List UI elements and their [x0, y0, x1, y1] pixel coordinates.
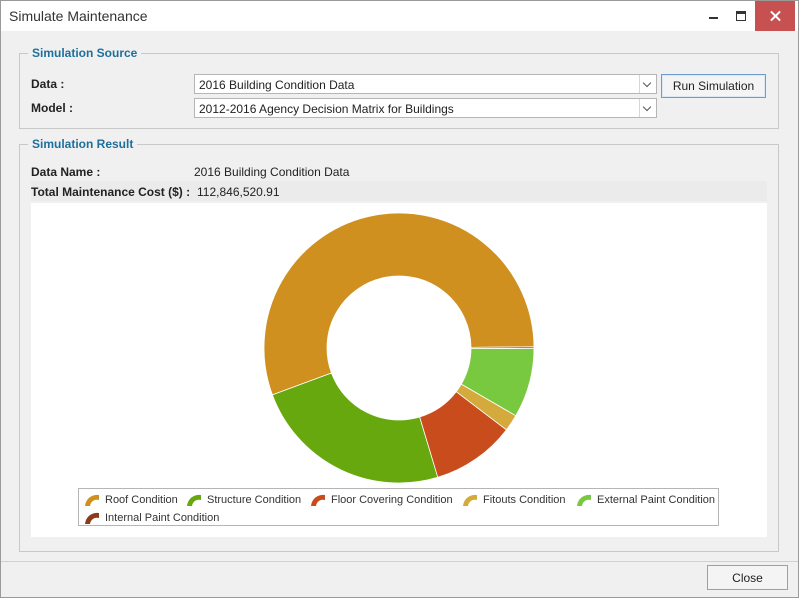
data-name-label: Data Name :: [31, 165, 101, 179]
legend-label: Internal Paint Condition: [105, 512, 220, 524]
footer-divider: [1, 561, 798, 562]
legend-label: Roof Condition: [105, 494, 178, 506]
chevron-down-icon[interactable]: [639, 75, 656, 93]
legend-swatch-icon: [187, 494, 201, 506]
model-select-value: 2012-2016 Agency Decision Matrix for Bui…: [199, 102, 454, 116]
window-close-icon[interactable]: [755, 1, 795, 31]
legend-swatch-icon: [85, 512, 99, 524]
simulate-maintenance-window: Simulate Maintenance Simulation Source D…: [0, 0, 799, 598]
maximize-icon[interactable]: [727, 1, 755, 31]
chevron-down-icon[interactable]: [639, 99, 656, 117]
data-select[interactable]: 2016 Building Condition Data: [194, 74, 657, 94]
data-label: Data :: [31, 77, 65, 91]
chart-legend: Roof Condition Structure Condition Floor C…: [78, 488, 719, 526]
legend-label: Fitouts Condition: [483, 494, 566, 506]
data-name-value: 2016 Building Condition Data: [194, 165, 350, 179]
total-cost-value: 112,846,520.91: [197, 185, 280, 199]
simulation-source-title: Simulation Source: [28, 46, 142, 60]
minimize-icon[interactable]: [699, 1, 727, 31]
chart-panel: [31, 203, 767, 537]
model-select[interactable]: 2012-2016 Agency Decision Matrix for Bui…: [194, 98, 657, 118]
run-simulation-button[interactable]: Run Simulation: [661, 74, 766, 98]
legend-swatch-icon: [311, 494, 325, 506]
slice-internal-paint-condition[interactable]: [470, 346, 535, 349]
legend-swatch-icon: [577, 494, 591, 506]
total-cost-label: Total Maintenance Cost ($) :: [31, 185, 191, 199]
model-label: Model :: [31, 101, 73, 115]
legend-label: External Paint Condition: [597, 494, 716, 506]
legend-swatch-icon: [85, 494, 99, 506]
donut-chart: [263, 212, 535, 484]
slice-structure-condition[interactable]: [271, 372, 439, 484]
legend-label: Structure Condition: [207, 494, 302, 506]
close-button[interactable]: Close: [707, 565, 788, 590]
legend-label: Floor Covering Condition: [331, 494, 453, 506]
simulation-result-title: Simulation Result: [28, 137, 138, 151]
title-bar: Simulate Maintenance: [1, 1, 798, 31]
data-select-value: 2016 Building Condition Data: [199, 78, 355, 92]
window-title: Simulate Maintenance: [9, 8, 148, 24]
legend-swatch-icon: [463, 494, 477, 506]
